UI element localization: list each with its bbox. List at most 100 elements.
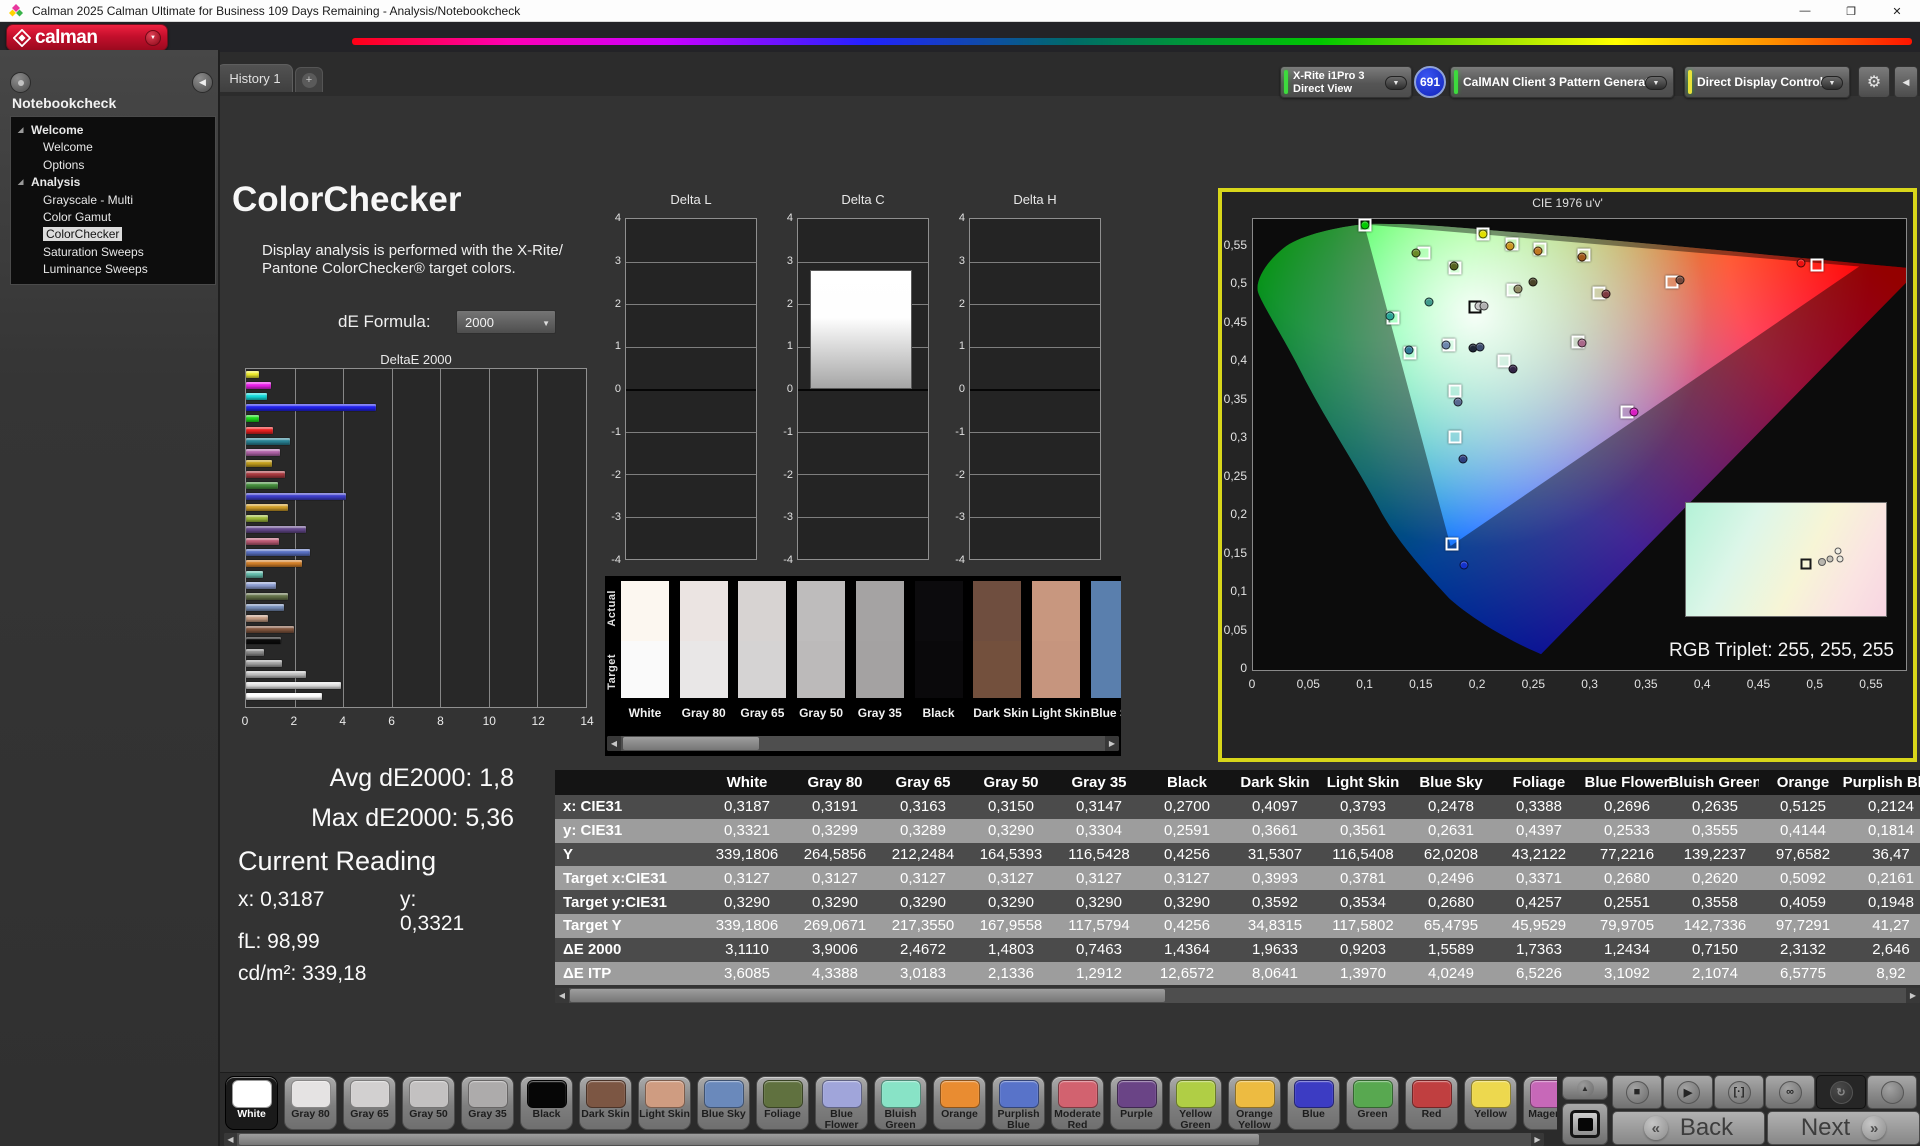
scrollbar-thumb[interactable] <box>570 989 1165 1002</box>
chevron-down-icon[interactable]: ▼ <box>145 30 161 46</box>
patch-button-row: WhiteGray 80Gray 65Gray 50Gray 35BlackDa… <box>225 1076 1557 1130</box>
patch-button-gray-80[interactable]: Gray 80 <box>284 1076 337 1130</box>
table-cell: 0,3993 <box>1231 866 1319 890</box>
target-swatch <box>680 641 728 698</box>
dot-icon <box>18 80 24 86</box>
swatch-label: Dark Skin <box>973 706 1021 720</box>
table-cell: 0,4256 <box>1143 843 1231 867</box>
y-tick-label: 0 <box>1240 661 1247 675</box>
table-cell: 0,3191 <box>791 795 879 819</box>
pattern-window-button[interactable] <box>1562 1103 1608 1145</box>
patch-button-yellow[interactable]: Yellow <box>1464 1076 1517 1130</box>
meter-selector[interactable]: X-Rite i1Pro 3 Direct View ▼ <box>1280 66 1412 98</box>
patch-button-blue[interactable]: Blue <box>1287 1076 1340 1130</box>
table-cell: 1,3970 <box>1319 962 1407 986</box>
pattern-generator-selector[interactable]: CalMAN Client 3 Pattern Generator ▼ <box>1450 66 1674 98</box>
chevron-down-icon[interactable]: ▼ <box>1645 76 1667 90</box>
swatch-label: Gray 35 <box>856 706 904 720</box>
patch-button-gray-35[interactable]: Gray 35 <box>461 1076 514 1130</box>
patch-button-green[interactable]: Green <box>1346 1076 1399 1130</box>
de-formula-select[interactable]: 2000 ▼ <box>456 310 556 334</box>
patch-button-dark-skin[interactable]: Dark Skin <box>579 1076 632 1130</box>
tree-expander-icon[interactable]: ◢ <box>18 122 23 139</box>
back-button[interactable]: « Back <box>1612 1111 1765 1145</box>
patch-button-gray-65[interactable]: Gray 65 <box>343 1076 396 1130</box>
patch-button-purple[interactable]: Purple <box>1110 1076 1163 1130</box>
blank-button[interactable] <box>1867 1075 1917 1109</box>
display-control-selector[interactable]: Direct Display Control ▼ <box>1684 66 1850 98</box>
cie-diagram-panel[interactable]: CIE 1976 u'v' 00,050,10,150,20,250,30,35… <box>1218 188 1917 762</box>
patch-color-chip <box>586 1080 626 1108</box>
tree-item-color-gamut[interactable]: Color Gamut <box>11 209 215 226</box>
patch-button-magenta[interactable]: Magenta <box>1523 1076 1557 1130</box>
patch-button-bluish-green[interactable]: Bluish Green <box>874 1076 927 1130</box>
table-cell: 0,4097 <box>1231 795 1319 819</box>
play-button[interactable]: ▶ <box>1663 1075 1713 1109</box>
meter-mode: Direct View <box>1293 83 1365 96</box>
restore-button[interactable]: ❐ <box>1828 0 1874 22</box>
patch-button-foliage[interactable]: Foliage <box>756 1076 809 1130</box>
scroll-right-icon[interactable]: ▶ <box>1531 1133 1544 1146</box>
settings-button[interactable]: ⚙ <box>1858 66 1890 98</box>
pattern-window-raise-button[interactable]: ▲ <box>1562 1076 1608 1100</box>
chevron-down-icon[interactable]: ▼ <box>1821 76 1843 90</box>
tree-item-options[interactable]: Options <box>11 157 215 174</box>
next-button[interactable]: Next » <box>1767 1111 1920 1145</box>
chevron-down-icon[interactable]: ▼ <box>1385 76 1407 90</box>
swatch-strip-scrollbar[interactable]: ◀ ▶ <box>607 736 1119 751</box>
y-tick-label: 0,4 <box>1230 353 1247 367</box>
patch-button-orange-yellow[interactable]: Orange Yellow <box>1228 1076 1281 1130</box>
patch-button-orange[interactable]: Orange <box>933 1076 986 1130</box>
table-cell: 0,3561 <box>1319 819 1407 843</box>
generator-status-indicator <box>1454 70 1458 94</box>
patch-button-white[interactable]: White <box>225 1076 278 1130</box>
stop-button[interactable]: ■ <box>1612 1075 1662 1109</box>
strip-swatch-gray-35: Gray 35 <box>856 581 904 720</box>
workflow-options-button[interactable] <box>10 72 31 93</box>
patch-button-red[interactable]: Red <box>1405 1076 1458 1130</box>
patch-row-scrollbar[interactable]: ◀ ▶ <box>224 1133 1544 1146</box>
tree-expander-icon[interactable]: ◢ <box>18 174 23 191</box>
pattern-range-button[interactable]: [·] <box>1714 1075 1764 1109</box>
gridline <box>798 474 928 475</box>
scroll-left-icon[interactable]: ◀ <box>224 1133 237 1146</box>
tree-item-welcome[interactable]: Welcome <box>11 139 215 156</box>
minimize-button[interactable]: — <box>1782 0 1828 22</box>
scroll-left-icon[interactable]: ◀ <box>607 736 621 751</box>
scroll-right-icon[interactable]: ▶ <box>1906 988 1920 1003</box>
loop-button[interactable]: ∞ <box>1765 1075 1815 1109</box>
tree-item-welcome[interactable]: ◢Welcome <box>11 122 215 139</box>
calman-menu-button[interactable]: calman ▼ <box>6 24 168 51</box>
exposure-badge[interactable]: 691 <box>1414 66 1446 98</box>
scroll-left-icon[interactable]: ◀ <box>555 988 569 1003</box>
patch-button-blue-sky[interactable]: Blue Sky <box>697 1076 750 1130</box>
table-cell: 1,4803 <box>967 938 1055 962</box>
sidebar-collapse-button[interactable]: ◀ <box>192 72 213 93</box>
scrollbar-thumb[interactable] <box>239 1134 1259 1145</box>
tree-item-colorchecker[interactable]: ColorChecker <box>11 226 215 243</box>
calman-logo-text: calman <box>35 27 97 49</box>
patch-color-chip <box>763 1080 803 1108</box>
gridline <box>489 369 490 707</box>
tree-item-grayscale-multi[interactable]: Grayscale - Multi <box>11 192 215 209</box>
patch-button-moderate-red[interactable]: Moderate Red <box>1051 1076 1104 1130</box>
patch-button-black[interactable]: Black <box>520 1076 573 1130</box>
patch-button-purplish-blue[interactable]: Purplish Blue <box>992 1076 1045 1130</box>
close-button[interactable]: ✕ <box>1874 0 1920 22</box>
scroll-right-icon[interactable]: ▶ <box>1105 736 1119 751</box>
patch-button-gray-50[interactable]: Gray 50 <box>402 1076 455 1130</box>
tree-item-saturation-sweeps[interactable]: Saturation Sweeps <box>11 244 215 261</box>
panel-collapse-button[interactable]: ◀ <box>1894 66 1918 98</box>
refresh-button[interactable]: ↻ <box>1816 1075 1866 1109</box>
patch-button-light-skin[interactable]: Light Skin <box>638 1076 691 1130</box>
table-scrollbar[interactable]: ◀ ▶ <box>555 988 1920 1003</box>
tab-history-1[interactable]: History 1 <box>217 64 293 92</box>
tree-item-analysis[interactable]: ◢Analysis <box>11 174 215 191</box>
add-tab-button[interactable]: + <box>295 67 323 92</box>
patch-button-blue-flower[interactable]: Blue Flower <box>815 1076 868 1130</box>
tree-item-luminance-sweeps[interactable]: Luminance Sweeps <box>11 261 215 278</box>
table-cell: 77,2216 <box>1583 843 1671 867</box>
scrollbar-thumb[interactable] <box>623 737 759 750</box>
patch-button-yellow-green[interactable]: Yellow Green <box>1169 1076 1222 1130</box>
table-cell: 116,5428 <box>1055 843 1143 867</box>
